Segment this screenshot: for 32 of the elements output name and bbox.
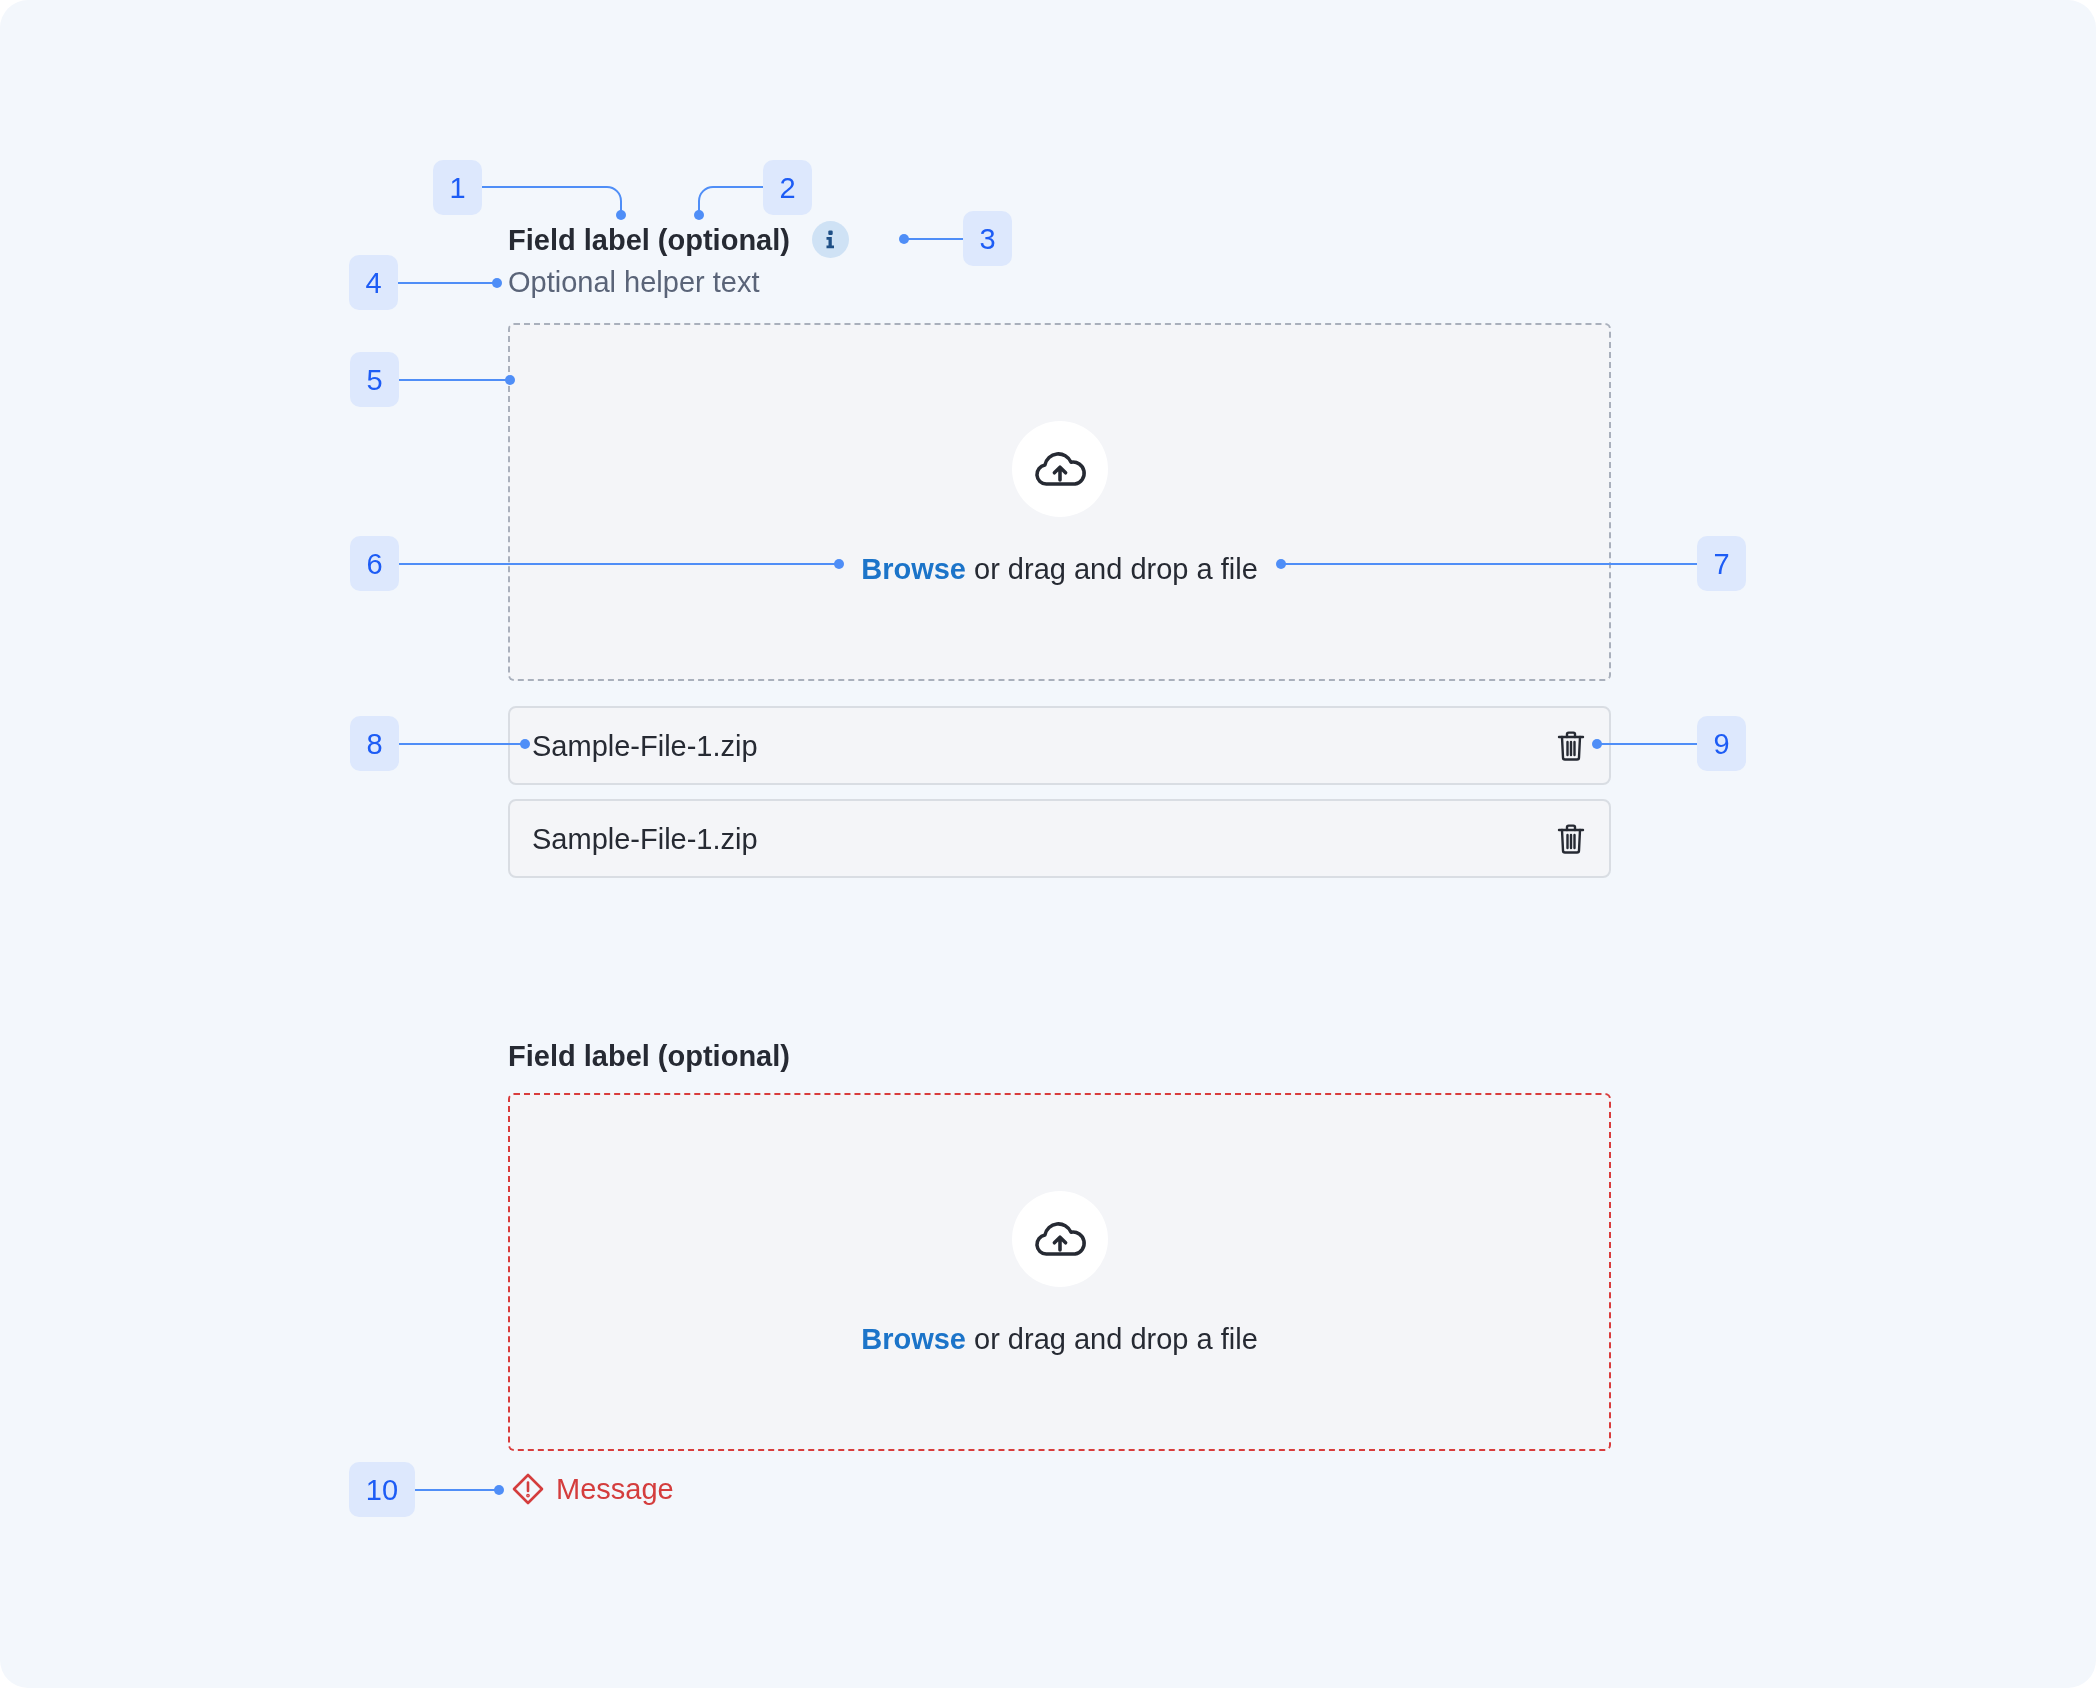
callout-badge: 1 <box>433 160 482 215</box>
callout-badge: 3 <box>963 211 1012 266</box>
cloud-upload-icon <box>1011 1190 1108 1287</box>
error-message: Message <box>556 1474 674 1504</box>
callout-badge: 8 <box>350 716 399 771</box>
field-label: Field label (optional) <box>508 224 790 255</box>
cloud-upload-icon <box>1011 420 1108 517</box>
trash-icon <box>1557 729 1585 762</box>
dropzone-instructions: Browse or drag and drop a file <box>861 1323 1258 1354</box>
delete-button[interactable] <box>1557 729 1585 762</box>
file-name: Sample-File-1.zip <box>532 823 758 854</box>
browse-link[interactable]: Browse <box>861 1322 966 1355</box>
info-icon[interactable] <box>811 221 849 258</box>
file-name: Sample-File-1.zip <box>532 730 758 761</box>
dropzone-instructions: Browse or drag and drop a file <box>861 553 1258 584</box>
callout-badge: 7 <box>1697 536 1746 591</box>
warning-icon <box>512 1473 544 1505</box>
callout-badge: 4 <box>349 255 398 310</box>
file-dropzone[interactable]: Browse or drag and drop a file <box>508 1093 1611 1451</box>
file-dropzone[interactable]: Browse or drag and drop a file <box>508 323 1611 681</box>
delete-button[interactable] <box>1557 822 1585 855</box>
leader-line <box>694 186 764 220</box>
callout-badge: 10 <box>349 1462 415 1517</box>
callout-badge: 2 <box>763 160 812 215</box>
leader-line <box>899 234 964 244</box>
callout-badge: 9 <box>1697 716 1746 771</box>
helper-text: Optional helper text <box>508 267 761 297</box>
callout-badge: 5 <box>350 352 399 407</box>
field-label: Field label (optional) <box>508 1041 790 1071</box>
browse-link[interactable]: Browse <box>861 552 966 585</box>
trash-icon <box>1557 822 1585 855</box>
callout-badge: 6 <box>350 536 399 591</box>
